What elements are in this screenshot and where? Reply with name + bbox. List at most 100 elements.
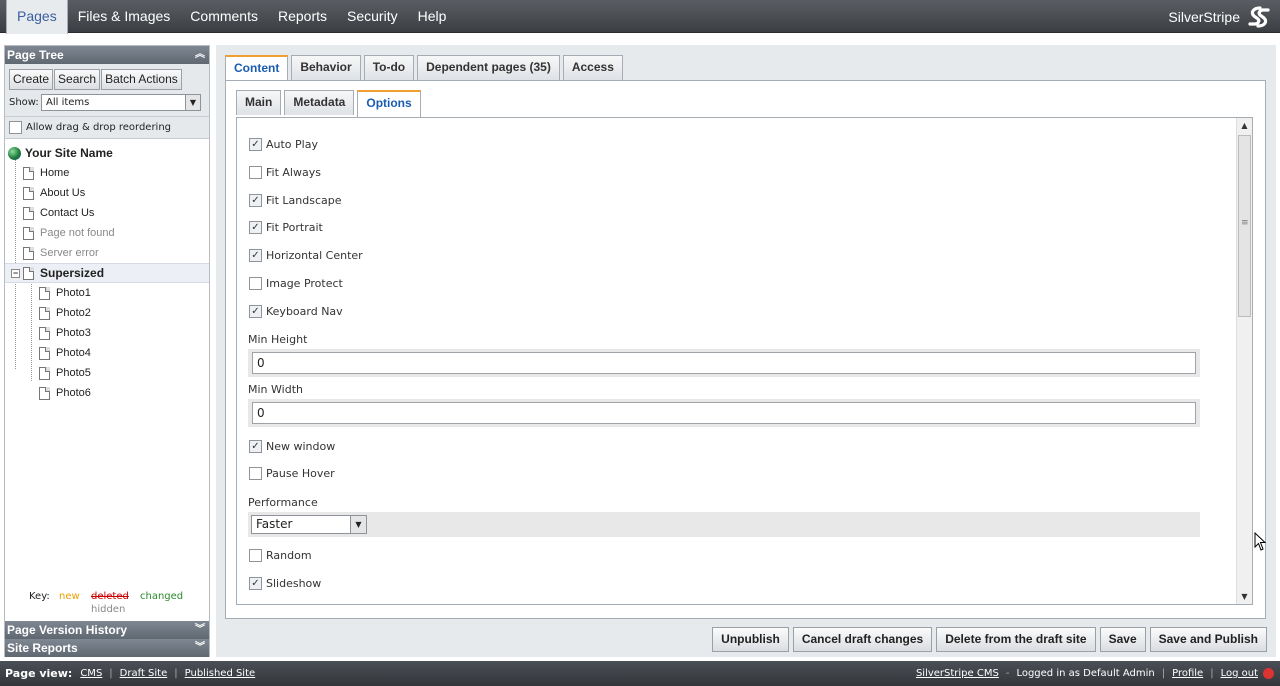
fit-always-field[interactable]: Fit Always [249, 166, 321, 179]
pause-hover-checkbox[interactable] [249, 467, 262, 480]
random-field[interactable]: Random [249, 549, 312, 562]
fit-landscape-checkbox[interactable]: ✓ [249, 194, 262, 207]
expand-down-icon[interactable]: ︾ [195, 639, 205, 657]
tree-item-photo2[interactable]: Photo2 [5, 303, 209, 323]
performance-label: Performance [248, 496, 318, 509]
scroll-down-icon[interactable]: ▼ [1237, 589, 1252, 604]
chevron-down-icon[interactable]: ▼ [185, 95, 200, 110]
min-width-input[interactable]: 0 [252, 402, 1196, 424]
delete-from-draft-button[interactable]: Delete from the draft site [936, 627, 1096, 652]
menu-comments[interactable]: Comments [180, 0, 268, 33]
pause-hover-field[interactable]: Pause Hover [249, 467, 335, 480]
collapse-minus-icon[interactable]: − [11, 268, 20, 278]
slideshow-checkbox[interactable]: ✓ [249, 577, 262, 590]
new-window-checkbox[interactable]: ✓ [249, 440, 262, 453]
sub-tabs: Main Metadata Options [236, 90, 424, 117]
tree-item-photo6[interactable]: Photo6 [5, 383, 209, 403]
menu-security[interactable]: Security [337, 0, 408, 33]
silverstripe-cms-link[interactable]: SilverStripe CMS [916, 661, 999, 686]
keyboard-nav-field[interactable]: ✓ Keyboard Nav [249, 305, 343, 318]
vertical-scrollbar[interactable]: ▲ ▼ [1236, 118, 1252, 604]
cancel-draft-changes-button[interactable]: Cancel draft changes [792, 627, 933, 652]
page-tree-panel: Page Tree ︽ Create Search Batch Actions Sh… [4, 45, 210, 657]
published-site-link[interactable]: Published Site [185, 661, 256, 686]
cms-link[interactable]: CMS [80, 661, 102, 686]
save-button[interactable]: Save [1099, 627, 1146, 652]
chevron-down-icon[interactable]: ▼ [350, 516, 366, 533]
subtab-main[interactable]: Main [236, 90, 282, 115]
show-select[interactable]: All items ▼ [41, 94, 201, 111]
image-protect-label: Image Protect [266, 277, 343, 290]
tab-access[interactable]: Access [562, 55, 623, 80]
save-and-publish-button[interactable]: Save and Publish [1149, 627, 1267, 652]
horizontal-center-label: Horizontal Center [266, 249, 363, 262]
menu-help[interactable]: Help [408, 0, 457, 33]
search-button[interactable]: Search [54, 69, 101, 90]
tree-item-photo3[interactable]: Photo3 [5, 323, 209, 343]
tree-item-home[interactable]: Home [5, 163, 209, 183]
image-protect-checkbox[interactable] [249, 277, 262, 290]
keyboard-nav-checkbox[interactable]: ✓ [249, 305, 262, 318]
content-panel: Main Metadata Options ✓ Auto Play Fit Alw… [225, 80, 1266, 619]
menu-files-images[interactable]: Files & Images [68, 0, 181, 33]
fit-always-checkbox[interactable] [249, 166, 262, 179]
min-height-input[interactable]: 0 [252, 352, 1196, 374]
create-button[interactable]: Create [9, 69, 54, 90]
fit-landscape-field[interactable]: ✓ Fit Landscape [249, 194, 342, 207]
tree-root[interactable]: Your Site Name [5, 143, 209, 163]
tab-dependent-pages[interactable]: Dependent pages (35) [417, 55, 560, 80]
collapse-up-icon[interactable]: ︽ [195, 46, 205, 64]
tree-item-supersized[interactable]: − Supersized [5, 263, 209, 283]
tree-item-server-error[interactable]: Server error [5, 243, 209, 263]
drag-drop-checkbox[interactable] [9, 121, 22, 134]
fit-portrait-field[interactable]: ✓ Fit Portrait [249, 221, 323, 234]
action-buttons: Unpublish Cancel draft changes Delete fr… [708, 627, 1267, 652]
batch-actions-button[interactable]: Batch Actions [101, 69, 182, 90]
key-new: new [59, 591, 80, 602]
profile-link[interactable]: Profile [1172, 661, 1203, 686]
page-view-links: Page view: CMS | Draft Site | Published … [5, 661, 255, 686]
expand-down-icon[interactable]: ︾ [195, 621, 205, 639]
tree-item-about-us[interactable]: About Us [5, 183, 209, 203]
keyboard-nav-label: Keyboard Nav [266, 305, 343, 318]
tree-item-label: Photo4 [56, 347, 91, 359]
unpublish-button[interactable]: Unpublish [712, 627, 789, 652]
power-icon[interactable] [1263, 668, 1274, 679]
site-reports-header[interactable]: Site Reports ︾ [5, 639, 209, 657]
globe-icon [8, 146, 21, 160]
new-window-field[interactable]: ✓ New window [249, 440, 335, 453]
brand[interactable]: SilverStripe [1168, 0, 1272, 33]
tree-item-contact-us[interactable]: Contact Us [5, 203, 209, 223]
tree-item-photo4[interactable]: Photo4 [5, 343, 209, 363]
scroll-up-icon[interactable]: ▲ [1237, 118, 1252, 133]
tree-toolbar: Create Search Batch Actions Show: All item… [5, 64, 209, 117]
menu-reports[interactable]: Reports [268, 0, 337, 33]
tab-content[interactable]: Content [225, 55, 289, 82]
auto-play-checkbox[interactable]: ✓ [249, 138, 262, 151]
draft-site-link[interactable]: Draft Site [120, 661, 168, 686]
tab-behavior[interactable]: Behavior [291, 55, 361, 80]
tab-todo[interactable]: To-do [363, 55, 415, 80]
tree-item-photo1[interactable]: Photo1 [5, 283, 209, 303]
menu-pages[interactable]: Pages [6, 0, 68, 34]
horizontal-center-field[interactable]: ✓ Horizontal Center [249, 249, 363, 262]
auto-play-field[interactable]: ✓ Auto Play [249, 138, 318, 151]
performance-select[interactable]: Faster ▼ [251, 515, 367, 534]
tree-item-photo5[interactable]: Photo5 [5, 363, 209, 383]
options-panel: ✓ Auto Play Fit Always ✓ Fit Landscape ✓ Fi… [236, 117, 1253, 605]
subtab-options[interactable]: Options [357, 90, 421, 117]
page-tree-header[interactable]: Page Tree ︽ [5, 46, 209, 64]
fit-portrait-checkbox[interactable]: ✓ [249, 221, 262, 234]
mouse-cursor-icon [1254, 532, 1266, 551]
horizontal-center-checkbox[interactable]: ✓ [249, 249, 262, 262]
main-menu: Pages Files & Images Comments Reports Se… [6, 0, 457, 34]
image-protect-field[interactable]: Image Protect [249, 277, 343, 290]
subtab-metadata[interactable]: Metadata [284, 90, 355, 115]
scrollbar-thumb[interactable] [1238, 135, 1251, 317]
page-version-history-header[interactable]: Page Version History ︾ [5, 621, 209, 639]
separator: | [109, 668, 113, 679]
slideshow-field[interactable]: ✓ Slideshow [249, 577, 321, 590]
tree-item-page-not-found[interactable]: Page not found [5, 223, 209, 243]
random-checkbox[interactable] [249, 549, 262, 562]
logout-link[interactable]: Log out [1221, 661, 1258, 686]
